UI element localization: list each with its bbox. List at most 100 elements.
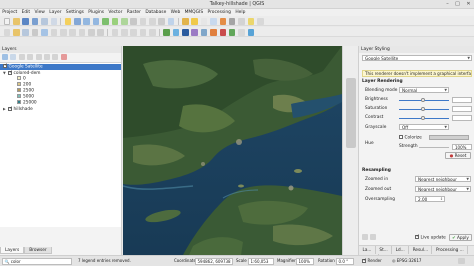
brightness-spinbox[interactable]	[452, 97, 472, 103]
zoomed-in-select[interactable]: Nearest neighbour ▼	[415, 176, 471, 182]
map-canvas[interactable]	[123, 46, 342, 255]
colorize-color-button[interactable]	[429, 135, 469, 140]
styling-scrollbar[interactable]	[342, 46, 358, 255]
cut-features-icon[interactable]	[59, 28, 67, 36]
paste-features-icon[interactable]	[78, 28, 86, 36]
toggle-editing-icon[interactable]	[13, 28, 20, 36]
live-update-option[interactable]: Live update	[415, 234, 446, 241]
layer-selector[interactable]: Google Satellite ▼	[362, 55, 472, 61]
menu-raster[interactable]: Raster	[125, 9, 144, 16]
undo-icon[interactable]	[88, 28, 95, 36]
menu-edit[interactable]: Edit	[19, 9, 32, 16]
pin-labels-icon[interactable]	[120, 28, 128, 36]
save-edits-icon[interactable]	[22, 28, 30, 36]
layout-manager-icon[interactable]	[50, 17, 58, 25]
select-features-icon[interactable]	[191, 17, 198, 25]
layer-visibility-checkbox[interactable]	[8, 106, 13, 112]
attribute-table-icon[interactable]	[210, 17, 217, 25]
brightness-slider-handle[interactable]	[421, 97, 425, 102]
grayscale-select[interactable]: Off ▼	[399, 124, 449, 130]
tab-browser[interactable]: Browser	[24, 247, 52, 254]
apply-button[interactable]: ✔ Apply	[449, 234, 472, 241]
render-checkbox[interactable]	[362, 258, 367, 263]
statistics-icon[interactable]	[228, 17, 236, 25]
delete-selected-icon[interactable]	[50, 28, 58, 36]
open-project-icon[interactable]	[13, 17, 20, 25]
strength-spinbox[interactable]: 100%	[452, 144, 472, 150]
python-console-icon[interactable]	[238, 28, 245, 36]
scrollbar-thumb[interactable]	[346, 78, 356, 148]
saturation-spinbox[interactable]	[452, 106, 472, 112]
add-raster-layer-icon[interactable]	[172, 28, 180, 36]
new-project-icon[interactable]	[3, 17, 11, 25]
tab-layer-order[interactable]: Ld...	[392, 246, 410, 254]
tab-layers[interactable]: Layers	[0, 247, 25, 254]
coordinate-field[interactable]: 594862, 609738	[195, 257, 233, 265]
layer-hillshade[interactable]: ▶hillshade	[0, 106, 33, 112]
menu-web[interactable]: Web	[168, 9, 182, 16]
add-postgis-layer-icon[interactable]	[182, 28, 189, 36]
print-layout-icon[interactable]	[41, 17, 48, 25]
new-shapefile-icon[interactable]	[228, 28, 236, 36]
tab-layer[interactable]: La...	[359, 246, 376, 254]
menu-view[interactable]: View	[32, 9, 47, 16]
deselect-icon[interactable]	[200, 17, 208, 25]
menu-settings[interactable]: Settings	[64, 9, 86, 16]
manage-map-themes-icon[interactable]	[18, 54, 25, 60]
messages-icon[interactable]	[458, 258, 465, 264]
scale-field[interactable]: 1:60,053	[248, 257, 274, 265]
add-delimited-text-icon[interactable]	[219, 28, 227, 36]
menu-help[interactable]: Help	[233, 9, 247, 16]
colorize-option[interactable]: Colorize	[399, 135, 422, 141]
copy-features-icon[interactable]	[69, 28, 76, 36]
crs-button[interactable]: ◎ EPSG:32617	[392, 258, 421, 263]
zoom-native-icon[interactable]	[130, 17, 137, 25]
maximize-icon[interactable]: □	[454, 1, 461, 8]
add-vector-layer-icon[interactable]	[163, 28, 170, 36]
close-icon[interactable]: ✕	[465, 1, 472, 8]
colorize-checkbox[interactable]	[399, 135, 403, 139]
processing-toolbox-icon[interactable]	[247, 28, 255, 36]
zoom-next-icon[interactable]	[149, 17, 156, 25]
oversampling-spinbox[interactable]: 2.00 ↕	[415, 196, 445, 202]
filter-by-expression-icon[interactable]	[35, 54, 42, 60]
field-calculator-icon[interactable]	[219, 17, 227, 25]
save-as-icon[interactable]	[31, 17, 39, 25]
refresh-icon[interactable]	[167, 17, 175, 25]
locator-search-input[interactable]: 🔍 color	[2, 257, 72, 265]
rotate-label-icon[interactable]	[149, 28, 156, 36]
tab-results[interactable]: Resul...	[409, 246, 433, 254]
menu-project[interactable]: Project	[0, 9, 19, 16]
reset-button[interactable]: ● Reset	[445, 152, 471, 159]
render-option[interactable]: Render	[362, 258, 382, 263]
pan-map-icon[interactable]	[64, 17, 72, 25]
tab-styling[interactable]: St...	[376, 246, 393, 254]
annotation-icon[interactable]	[247, 17, 255, 25]
add-group-icon[interactable]	[10, 54, 17, 60]
zoom-full-icon[interactable]	[102, 17, 109, 25]
label-tool-icon[interactable]	[257, 17, 264, 25]
menu-vector[interactable]: Vector	[106, 9, 124, 16]
expand-all-icon[interactable]	[44, 54, 51, 60]
zoomed-out-select[interactable]: Nearest neighbour ▼	[415, 186, 471, 192]
minimize-icon[interactable]: –	[444, 1, 451, 8]
remove-layer-icon[interactable]	[60, 54, 67, 60]
menu-mmqgis[interactable]: MMQGIS	[182, 9, 205, 16]
digitize-icon[interactable]	[3, 28, 11, 36]
zoom-last-icon[interactable]	[139, 17, 147, 25]
contrast-slider-handle[interactable]	[421, 115, 425, 120]
magnifier-field[interactable]: 100%	[296, 257, 314, 265]
layer-visibility-checkbox[interactable]	[3, 63, 8, 69]
contrast-spinbox[interactable]	[452, 115, 472, 121]
live-update-checkbox[interactable]	[415, 234, 420, 239]
new-map-view-icon[interactable]	[158, 17, 166, 25]
redo-icon[interactable]	[97, 28, 105, 36]
label-icon[interactable]	[111, 28, 119, 36]
blending-mode-select[interactable]: Normal ▼	[399, 87, 449, 93]
save-project-icon[interactable]	[22, 17, 30, 25]
add-spatialite-layer-icon[interactable]	[191, 28, 198, 36]
zoom-to-layer-icon[interactable]	[120, 17, 128, 25]
zoom-to-selection-icon[interactable]	[111, 17, 119, 25]
zoom-in-icon[interactable]	[83, 17, 91, 25]
collapse-all-icon[interactable]	[52, 54, 59, 60]
